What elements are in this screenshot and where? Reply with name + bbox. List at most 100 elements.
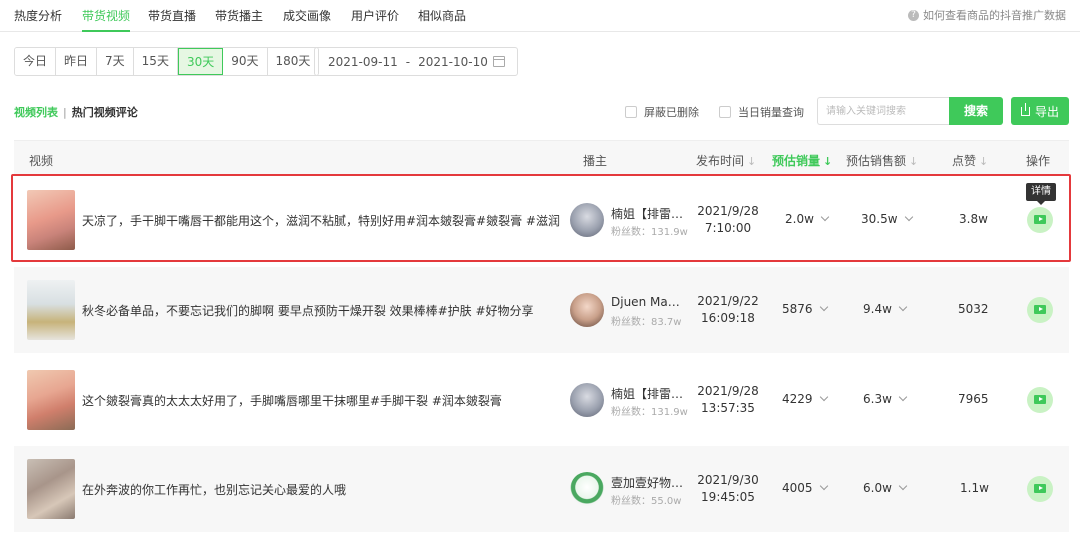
subtab-separator: | (63, 106, 67, 119)
chevron-down-icon (819, 392, 828, 402)
range-15d[interactable]: 15天 (133, 48, 178, 75)
search-button[interactable]: 搜索 (949, 97, 1003, 125)
est-revenue-value: 6.0w (863, 481, 892, 495)
tab-user-reviews[interactable]: 用户评价 (351, 7, 399, 24)
col-video: 视频 (29, 154, 54, 168)
est-revenue[interactable]: 9.4w (863, 302, 908, 316)
est-revenue[interactable]: 6.0w (863, 481, 908, 495)
tab-sales-anchors[interactable]: 带货播主 (215, 7, 263, 24)
help-link[interactable]: ? 如何查看商品的抖音推广数据 (908, 7, 1066, 23)
play-video-icon[interactable] (1027, 207, 1053, 233)
publish-clock: 7:10:00 (704, 221, 752, 235)
video-title[interactable]: 秋冬必备单品，不要忘记我们的脚啊 要早点预防干燥开裂 效果棒棒#护肤 #好物分享 (82, 302, 560, 319)
avatar (570, 472, 604, 506)
est-sales[interactable]: 4229 (782, 392, 828, 406)
tab-sales-videos[interactable]: 带货视频 (82, 7, 130, 24)
anchor-name[interactable]: Djuen Mam… (611, 295, 687, 309)
col-est-revenue[interactable]: 预估销售额 ↓ (846, 152, 918, 169)
col-anchor: 播主 (583, 154, 608, 168)
tab-similar-products[interactable]: 相似商品 (418, 7, 466, 24)
est-revenue-value: 9.4w (863, 302, 892, 316)
est-revenue[interactable]: 30.5w (861, 212, 913, 226)
question-icon: ? (908, 9, 919, 21)
export-button[interactable]: 导出 (1011, 97, 1069, 125)
range-yesterday[interactable]: 昨日 (56, 48, 98, 75)
publish-clock: 13:57:35 (701, 401, 755, 415)
publish-time: 2021/9/22 16:09:18 (692, 293, 764, 327)
chevron-down-icon (819, 302, 828, 312)
tab-heat-analysis[interactable]: 热度分析 (14, 7, 62, 24)
col-action: 操作 (1026, 154, 1051, 168)
range-today[interactable]: 今日 (15, 48, 57, 75)
publish-time: 2021/9/28 7:10:00 (692, 203, 764, 237)
video-title[interactable]: 在外奔波的你工作再忙，也别忘记关心最爱的人哦 (82, 481, 560, 498)
list-subtabs: 视频列表 | 热门视频评论 (14, 104, 138, 120)
hide-deleted-checkbox[interactable]: 屏蔽已删除 (625, 104, 699, 120)
play-video-icon[interactable] (1027, 476, 1053, 502)
subtab-hot-comments[interactable]: 热门视频评论 (72, 106, 138, 119)
col-est-sales[interactable]: 预估销量 ↓ (772, 152, 832, 169)
video-title[interactable]: 这个皴裂膏真的太太太好用了，手脚嘴唇哪里干抹哪里#手脚干裂 #润本皴裂膏 (82, 392, 560, 409)
table-row[interactable]: 天凉了，手干脚干嘴唇干都能用这个，滋润不粘腻，特别好用#润本皴裂膏#皴裂膏 #滋… (11, 174, 1071, 262)
est-sales[interactable]: 5876 (782, 302, 828, 316)
play-video-icon[interactable] (1027, 297, 1053, 323)
avatar (570, 383, 604, 417)
est-revenue-value: 6.3w (863, 392, 892, 406)
export-icon (1020, 102, 1030, 116)
publish-time: 2021/9/28 13:57:35 (692, 383, 764, 417)
col-publish-time[interactable]: 发布时间 ↓ (696, 152, 756, 169)
avatar (570, 293, 604, 327)
chevron-down-icon (904, 212, 913, 222)
sort-arrow-icon: ↓ (747, 155, 757, 168)
col-est-revenue-label: 预估销售额 (846, 154, 907, 168)
tab-buyer-profile[interactable]: 成交画像 (283, 7, 331, 24)
est-revenue[interactable]: 6.3w (863, 392, 908, 406)
range-180d[interactable]: 180天 (267, 48, 319, 75)
likes-count: 1.1w (960, 481, 989, 495)
video-thumbnail[interactable] (27, 370, 75, 430)
publish-date: 2021/9/22 (697, 294, 759, 308)
range-7d[interactable]: 7天 (97, 48, 134, 75)
col-likes[interactable]: 点赞 ↓ (952, 152, 988, 169)
active-tab-indicator (82, 30, 130, 32)
publish-date: 2021/9/28 (697, 384, 759, 398)
video-title[interactable]: 天凉了，手干脚干嘴唇干都能用这个，滋润不粘腻，特别好用#润本皴裂膏#皴裂膏 #滋… (82, 212, 560, 229)
anchor-name[interactable]: 楠姐【排雷… (611, 385, 687, 402)
hide-deleted-label: 屏蔽已删除 (644, 106, 699, 119)
chevron-down-icon (898, 392, 908, 402)
est-sales[interactable]: 4005 (782, 481, 828, 495)
end-date: 2021-10-10 (418, 54, 488, 69)
range-90d[interactable]: 90天 (223, 48, 268, 75)
date-range-picker[interactable]: 2021-09-11 - 2021-10-10 (314, 47, 518, 76)
same-day-sales-label: 当日销量查询 (738, 106, 804, 119)
col-publish-time-label: 发布时间 (696, 154, 745, 168)
publish-date: 2021/9/28 (697, 204, 759, 218)
likes-count: 5032 (958, 302, 989, 316)
video-thumbnail[interactable] (27, 280, 75, 340)
search-input[interactable] (817, 97, 950, 125)
date-separator: - (405, 54, 411, 69)
video-thumbnail[interactable] (27, 190, 75, 250)
same-day-sales-checkbox[interactable]: 当日销量查询 (719, 104, 804, 120)
est-sales-value: 2.0w (785, 212, 814, 226)
play-video-icon[interactable] (1027, 387, 1053, 413)
anchor-name[interactable]: 楠姐【排雷… (611, 205, 687, 222)
checkbox-box[interactable] (719, 106, 731, 118)
checkbox-box[interactable] (625, 106, 637, 118)
est-sales[interactable]: 2.0w (785, 212, 830, 226)
subtab-video-list[interactable]: 视频列表 (14, 106, 58, 119)
fans-count: 粉丝数：83.7w (611, 317, 682, 328)
start-date: 2021-09-11 (328, 54, 398, 69)
table-row[interactable]: 这个皴裂膏真的太太太好用了，手脚嘴唇哪里干抹哪里#手脚干裂 #润本皴裂膏 楠姐【… (14, 357, 1069, 443)
likes-count: 7965 (958, 392, 989, 406)
anchor-name[interactable]: 壹加壹好物… (611, 474, 687, 491)
tab-live-sales[interactable]: 带货直播 (148, 7, 196, 24)
publish-time: 2021/9/30 19:45:05 (692, 472, 764, 506)
range-30d[interactable]: 30天 (177, 48, 224, 75)
table-header: 视频 播主 发布时间 ↓ 预估销量 ↓ 预估销售额 ↓ 点赞 ↓ 操作 (14, 140, 1069, 176)
chevron-down-icon (898, 302, 908, 312)
table-row[interactable]: 在外奔波的你工作再忙，也别忘记关心最爱的人哦 壹加壹好物… 粉丝数：55.0w … (14, 446, 1069, 532)
video-thumbnail[interactable] (27, 459, 75, 519)
table-row[interactable]: 秋冬必备单品，不要忘记我们的脚啊 要早点预防干燥开裂 效果棒棒#护肤 #好物分享… (14, 267, 1069, 353)
sort-arrow-icon: ↓ (979, 155, 989, 168)
